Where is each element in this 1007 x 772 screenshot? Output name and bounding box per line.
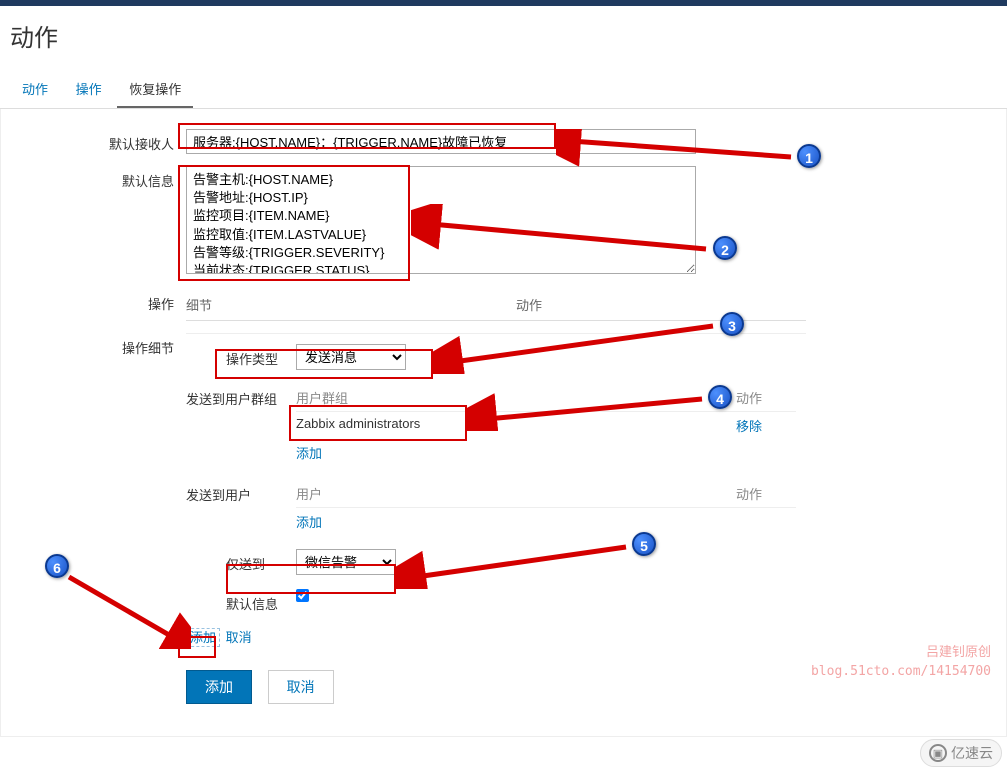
tab-recovery-operation[interactable]: 恢复操作 xyxy=(117,71,193,108)
group-name: Zabbix administrators xyxy=(296,416,736,435)
only-to-select[interactable]: 微信告警 xyxy=(296,549,396,575)
detail-box: 操作类型 发送消息 发送到用户群组 用户群组 动作 xyxy=(186,333,806,613)
inline-cancel-link[interactable]: 取消 xyxy=(226,630,252,645)
op-type-select[interactable]: 发送消息 xyxy=(296,344,406,370)
tab-action[interactable]: 动作 xyxy=(10,71,60,106)
inline-add-link[interactable]: 添加 xyxy=(186,628,220,647)
message-label: 默认信息 xyxy=(11,166,186,190)
submit-add-button[interactable]: 添加 xyxy=(186,670,252,704)
detail-label: 操作细节 xyxy=(11,333,186,357)
page-title: 动作 xyxy=(0,6,1007,71)
remove-link[interactable]: 移除 xyxy=(736,419,762,434)
recipient-input[interactable] xyxy=(186,129,696,154)
tab-operation[interactable]: 操作 xyxy=(64,71,114,106)
tabs: 动作 操作 恢复操作 xyxy=(0,71,1007,109)
watermark-line1: 吕建钊原创 xyxy=(811,642,991,662)
send-user-label: 发送到用户 xyxy=(186,480,296,504)
col-detail: 细节 xyxy=(186,295,516,314)
add-group-link[interactable]: 添加 xyxy=(296,446,322,461)
recipient-label: 默认接收人 xyxy=(11,129,186,153)
default-msg-checkbox[interactable] xyxy=(296,589,309,602)
footer-logo: ▣ 亿速云 xyxy=(920,739,1002,767)
operations-label: 操作 xyxy=(11,289,186,313)
col-action: 动作 xyxy=(516,295,542,314)
default-msg-label: 默认信息 xyxy=(226,589,296,613)
group-head-col: 用户群组 xyxy=(296,388,736,407)
user-action-head-col: 动作 xyxy=(736,484,796,503)
action-head-col: 动作 xyxy=(736,388,796,407)
watermark: 吕建钊原创 blog.51cto.com/14154700 xyxy=(811,642,991,681)
only-to-label: 仅送到 xyxy=(226,549,296,573)
add-user-link[interactable]: 添加 xyxy=(296,515,322,530)
operations-table: 细节 动作 xyxy=(186,289,806,321)
group-row: Zabbix administrators 移除 xyxy=(296,412,796,439)
footer-text: 亿速云 xyxy=(951,743,993,763)
user-head-col: 用户 xyxy=(296,484,736,503)
message-textarea[interactable] xyxy=(186,166,696,274)
watermark-line2: blog.51cto.com/14154700 xyxy=(811,662,991,682)
send-group-label: 发送到用户群组 xyxy=(186,384,296,408)
op-type-label: 操作类型 xyxy=(226,344,296,368)
submit-cancel-button[interactable]: 取消 xyxy=(268,670,334,704)
cloud-icon: ▣ xyxy=(929,744,947,762)
form-area: 默认接收人 默认信息 操作 细节 动作 操作细节 操作类型 xyxy=(0,109,1007,737)
